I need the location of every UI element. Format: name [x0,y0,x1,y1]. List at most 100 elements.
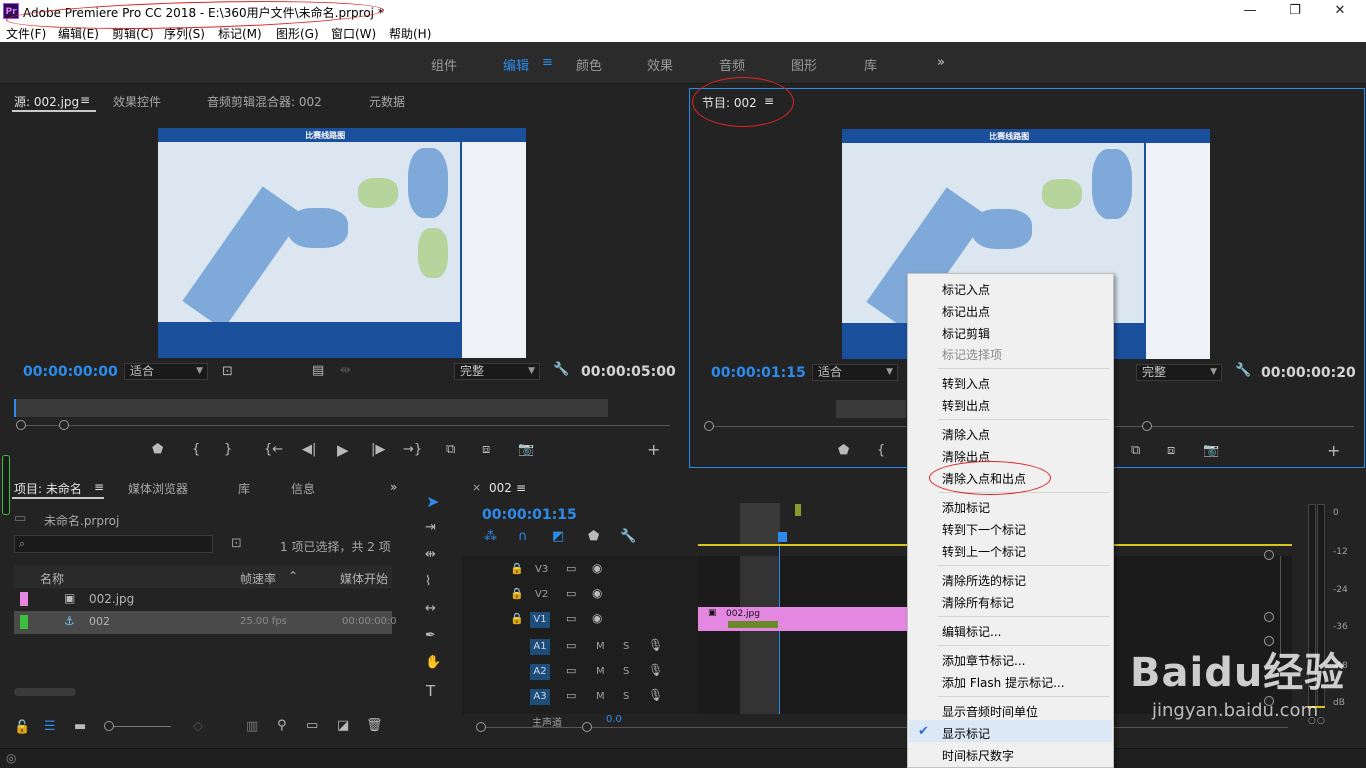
solo-right-icon[interactable]: ○ [1317,716,1325,726]
menu-item-clear-all-markers[interactable]: 清除所有标记 [942,594,1014,611]
zoom-handle-left[interactable] [704,421,714,431]
source-fit-dropdown[interactable]: 适合 ▼ [124,363,208,380]
menu-edit[interactable]: 编辑(E) [58,25,99,42]
add-button-icon[interactable]: + [647,440,660,459]
workspace-tab-assembly[interactable]: 组件 [431,55,457,74]
program-quality-dropdown[interactable]: 完整 ▼ [1136,364,1222,381]
menu-item-previous-marker[interactable]: 转到上一个标记 [942,543,1026,560]
lock-icon[interactable]: 🔒 [510,612,524,625]
lock-icon[interactable]: 🔓 [14,720,30,735]
menu-item-clear-in[interactable]: 清除入点 [942,426,990,443]
add-marker-icon[interactable]: ⬟ [838,443,849,458]
menu-item-add-marker[interactable]: 添加标记 [942,499,990,516]
menu-clip[interactable]: 剪辑(C) [112,25,154,42]
tab-info[interactable]: 信息 [291,480,315,497]
linked-selection-icon[interactable]: ∩ [518,529,528,544]
source-playhead-timecode[interactable]: 00:00:00:00 [23,364,118,380]
menu-help[interactable]: 帮助(H) [389,25,431,42]
list-item[interactable]: ▣ 002.jpg [14,588,392,611]
track-label-v2[interactable]: V2 [535,589,548,600]
add-button-icon[interactable]: + [1327,441,1340,460]
hand-tool-icon[interactable]: ✋ [425,655,441,670]
step-back-icon[interactable]: ◀| [302,442,316,457]
workspace-tab-effects[interactable]: 效果 [647,55,673,74]
solo-button[interactable]: S [623,666,629,677]
track-label-v3[interactable]: V3 [535,564,548,575]
drag-video-icon[interactable]: ⇹ [340,363,351,378]
sync-lock-icon[interactable]: ▭ [566,612,576,625]
work-area-bar[interactable] [740,503,780,545]
tab-audio-clip-mixer[interactable]: 音频剪辑混合器: 002 [207,93,322,110]
wrench-icon[interactable]: 🔧 [620,529,636,544]
workspace-tab-audio[interactable]: 音频 [719,55,745,74]
slip-tool-icon[interactable]: ↔ [425,601,436,616]
program-in-out-range[interactable] [836,400,906,418]
wrench-icon[interactable]: 🔧 [1235,363,1251,378]
menu-item-show-audio-time-units[interactable]: 显示音频时间单位 [942,703,1038,720]
mark-in-icon[interactable]: { [192,442,200,457]
menu-item-show-markers[interactable]: 显示标记 [942,725,990,742]
workspace-tab-graphics[interactable]: 图形 [791,55,817,74]
mute-button[interactable]: M [596,666,605,677]
source-zoom-scrollbar[interactable] [20,425,670,426]
go-to-out-icon[interactable]: →} [403,442,422,457]
play-icon[interactable]: ▶ [337,441,349,459]
new-bin-icon[interactable]: ▭ [306,718,318,733]
mute-button[interactable]: M [596,691,605,702]
maximize-button[interactable]: ❐ [1283,2,1307,20]
tab-metadata[interactable]: 元数据 [369,93,405,110]
solo-button[interactable]: S [623,641,629,652]
sync-lock-icon[interactable]: ▭ [566,587,576,600]
menu-item-clear-in-and-out[interactable]: 清除入点和出点 [942,470,1026,487]
menu-sequence[interactable]: 序列(S) [164,25,205,42]
tab-source[interactable]: 源: 002.jpg [14,93,79,110]
close-icon[interactable]: × [472,481,481,494]
timeline-playhead-timecode[interactable]: 00:00:01:15 [482,507,577,523]
project-search-input[interactable]: ⌕ [14,535,213,553]
menu-item-go-to-out[interactable]: 转到出点 [942,397,990,414]
column-frame-rate[interactable]: 帧速率 [240,570,276,587]
find-icon[interactable]: ⊡ [231,536,242,551]
pen-tool-icon[interactable]: ✒ [425,628,436,643]
minimize-button[interactable]: — [1238,2,1262,20]
source-playhead[interactable] [14,399,16,417]
menu-item-mark-out[interactable]: 标记出点 [942,303,990,320]
menu-window[interactable]: 窗口(W) [331,25,376,42]
menu-item-mark-in[interactable]: 标记入点 [942,281,990,298]
list-item-selected[interactable]: ⚓ 002 25.00 fps 00:00:00:0 [14,611,397,634]
razor-tool-icon[interactable]: ⌇ [425,574,431,589]
sync-lock-icon[interactable]: ▭ [566,562,576,575]
close-button[interactable]: ✕ [1328,2,1352,20]
sync-lock-icon[interactable]: ▭ [566,639,576,652]
zoom-handle-right[interactable] [59,420,69,430]
menu-item-time-ruler-numbers[interactable]: 时间标尺数字 [942,747,1014,764]
master-volume-value[interactable]: 0.0 [606,714,622,725]
workspace-tab-libraries[interactable]: 库 [864,55,877,74]
zoom-handle-left[interactable] [16,420,26,430]
tab-effect-controls[interactable]: 效果控件 [113,93,161,110]
menu-item-go-to-in[interactable]: 转到入点 [942,375,990,392]
wrench-icon[interactable]: 🔧 [553,362,569,377]
workspace-more-icon[interactable]: » [937,55,945,70]
menu-graphics[interactable]: 图形(G) [276,25,319,42]
snap-icon[interactable]: ⁂ [484,529,497,544]
menu-item-next-marker[interactable]: 转到下一个标记 [942,521,1026,538]
sequence-panel-menu-icon[interactable]: ≡ [516,481,526,495]
source-panel-menu-icon[interactable]: ≡ [80,93,90,107]
menu-item-edit-marker[interactable]: 编辑标记... [942,623,1001,640]
solo-button[interactable]: S [623,691,629,702]
step-forward-icon[interactable]: |▶ [371,442,385,457]
extract-icon[interactable]: ⧈ [1167,443,1175,458]
menu-item-add-chapter-marker[interactable]: 添加章节标记... [942,652,1025,669]
menu-item-clear-selected-marker[interactable]: 清除所选的标记 [942,572,1026,589]
workspace-tab-color[interactable]: 颜色 [576,55,602,74]
scroll-handle-right[interactable] [582,722,592,732]
track-target-a2[interactable]: A2 [530,664,550,680]
trash-icon[interactable]: 🗑 [366,718,383,733]
list-view-icon[interactable]: ☰ [44,719,56,734]
new-item-icon[interactable]: ◪ [337,718,349,733]
zoom-handle-right[interactable] [1142,421,1152,431]
lock-icon[interactable]: 🔒 [510,562,524,575]
source-quality-dropdown[interactable]: 完整 ▼ [454,363,540,380]
automate-icon[interactable]: ▥ [246,719,258,734]
